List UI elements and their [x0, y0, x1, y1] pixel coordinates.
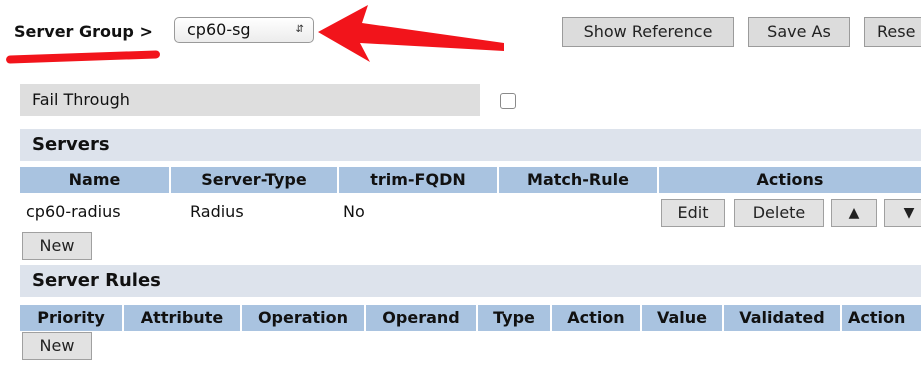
rules-col-attribute: Attribute [124, 305, 242, 331]
servers-col-actions: Actions [659, 167, 921, 193]
rules-col-operation: Operation [242, 305, 366, 331]
save-as-button[interactable]: Save As [748, 17, 850, 47]
delete-server-button[interactable]: Delete [734, 199, 824, 227]
server-name-cell: cp60-radius [26, 202, 121, 221]
servers-section-title: Servers [20, 129, 921, 161]
fail-through-label: Fail Through [20, 84, 480, 116]
annotation-underline [5, 50, 161, 64]
new-server-button[interactable]: New [22, 232, 92, 260]
server-group-label: Server Group > [14, 22, 153, 41]
servers-col-name: Name [20, 167, 171, 193]
servers-col-trim-fqdn: trim-FQDN [339, 167, 499, 193]
rules-col-action: Action [552, 305, 642, 331]
annotation-arrow-icon [318, 5, 504, 62]
edit-server-button[interactable]: Edit [661, 199, 725, 227]
rules-col-actions: Action [842, 305, 921, 331]
servers-col-match-rule: Match-Rule [499, 167, 659, 193]
select-updown-icon: ⇵ [295, 24, 304, 35]
trim-fqdn-cell: No [343, 202, 365, 221]
move-down-icon[interactable]: ▼ [884, 199, 921, 227]
new-rule-button[interactable]: New [22, 332, 92, 360]
rules-col-priority: Priority [20, 305, 124, 331]
server-group-select-value: cp60-sg [187, 20, 251, 39]
rules-col-value: Value [642, 305, 724, 331]
server-rules-section-title: Server Rules [20, 265, 921, 297]
move-up-icon[interactable]: ▲ [831, 199, 877, 227]
fail-through-checkbox[interactable] [500, 93, 516, 109]
servers-col-server-type: Server-Type [171, 167, 339, 193]
rules-col-operand: Operand [366, 305, 478, 331]
reset-button[interactable]: Rese [864, 17, 921, 47]
rules-col-validated: Validated [724, 305, 842, 331]
rules-col-type: Type [478, 305, 552, 331]
show-reference-button[interactable]: Show Reference [562, 17, 734, 47]
server-group-select[interactable]: cp60-sg ⇵ [174, 17, 314, 43]
server-type-cell: Radius [190, 202, 244, 221]
